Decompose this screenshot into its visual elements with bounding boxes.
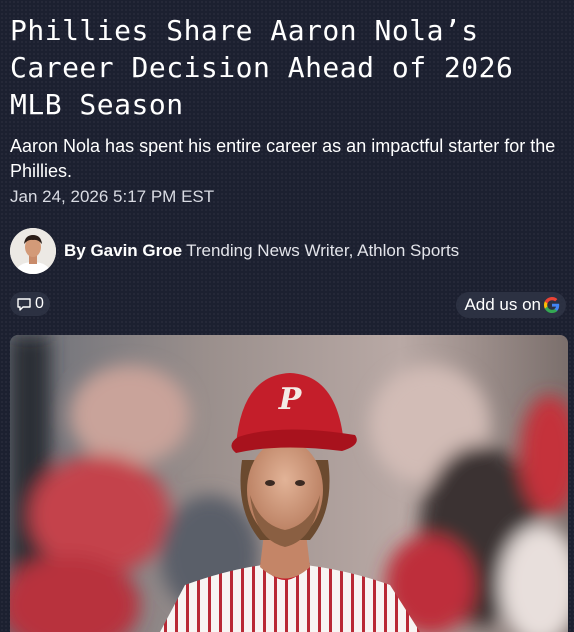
add-us-on-label: Add us on (464, 295, 541, 314)
add-us-on-google-button[interactable]: Add us on (456, 292, 566, 318)
author-name[interactable]: By Gavin Groe (64, 241, 182, 260)
author-avatar-image (10, 228, 56, 274)
author-role: Trending News Writer, Athlon Sports (186, 241, 460, 260)
google-icon (544, 297, 560, 313)
hero-photo: P (10, 335, 568, 632)
article-timestamp: Jan 24, 2026 5:17 PM EST (10, 187, 215, 206)
hero-image[interactable]: P (10, 335, 568, 632)
author-avatar[interactable] (10, 228, 56, 274)
byline-text: By Gavin Groe Trending News Writer, Athlo… (64, 241, 459, 261)
comment-icon (17, 297, 31, 311)
comment-count: 0 (35, 295, 44, 312)
article-dek: Aaron Nola has spent his entire career a… (10, 136, 556, 181)
byline: By Gavin Groe Trending News Writer, Athlo… (10, 227, 459, 275)
cap-logo: P (278, 382, 303, 417)
comments-button[interactable]: 0 (10, 292, 50, 316)
article-headline: Phillies Share Aaron Nola’s Career Decis… (10, 14, 514, 121)
